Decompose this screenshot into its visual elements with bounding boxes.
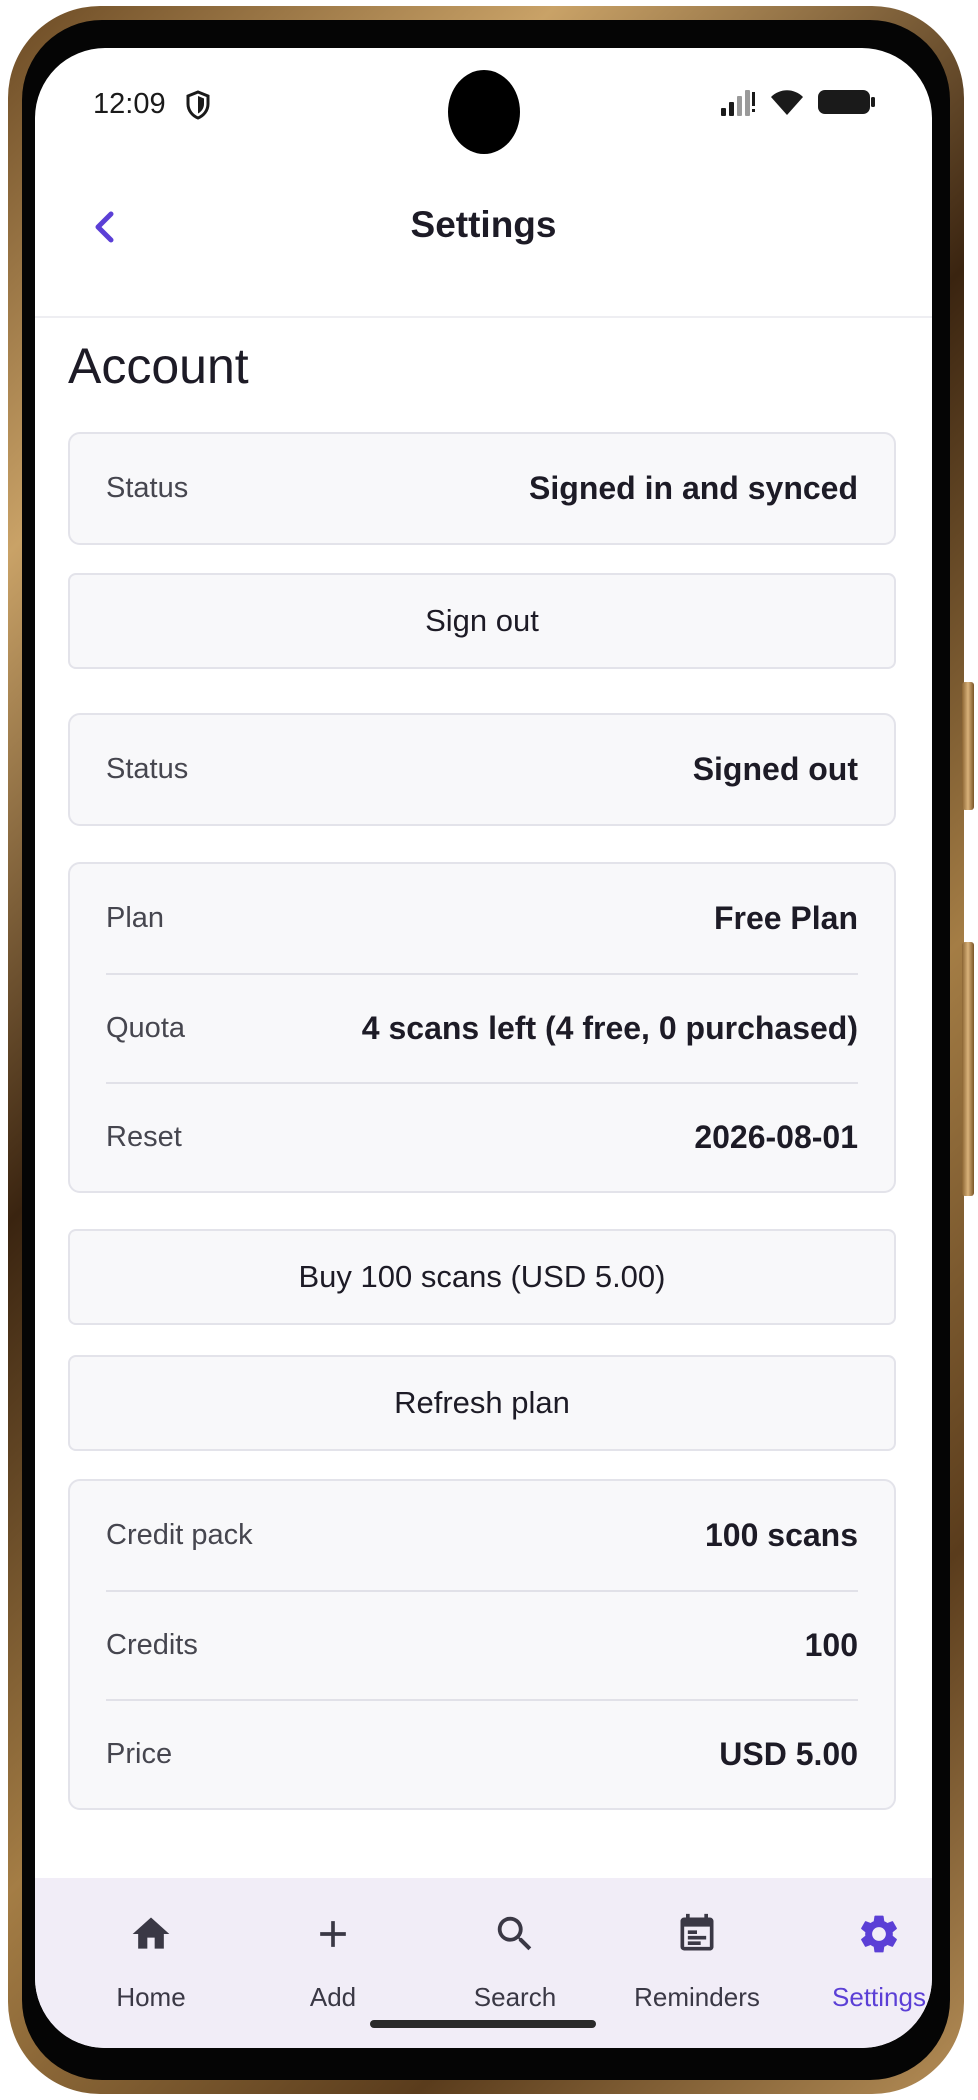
nav-home[interactable]: Home [71, 1906, 231, 2013]
signed-in-status-card: Status Signed in and synced [68, 432, 896, 545]
front-camera [448, 70, 520, 154]
status-row: Status Signed in and synced [106, 434, 858, 543]
signal-icon [720, 88, 756, 121]
nav-reminders-label: Reminders [634, 1982, 760, 2012]
quota-label: Quota [106, 1012, 185, 1044]
wifi-icon [770, 88, 804, 121]
credit-pack-row: Credit pack 100 scans [106, 1481, 858, 1590]
app-bar: Settings [35, 158, 932, 318]
home-icon [71, 1906, 231, 1962]
quota-row: Quota 4 scans left (4 free, 0 purchased) [106, 973, 858, 1082]
status-value: Signed in and synced [529, 470, 858, 506]
system-icons [720, 88, 876, 121]
nav-settings[interactable]: Settings [799, 1906, 932, 2013]
nav-add[interactable]: Add [253, 1906, 413, 2013]
credits-label: Credits [106, 1629, 198, 1661]
nav-home-label: Home [116, 1982, 186, 2012]
calendar-icon [617, 1906, 777, 1962]
nav-reminders[interactable]: Reminders [617, 1906, 777, 2013]
quota-value: 4 scans left (4 free, 0 purchased) [361, 1010, 858, 1046]
plan-value: Free Plan [713, 900, 858, 936]
status-row: Status Signed out [106, 715, 858, 824]
power-button [962, 682, 974, 810]
nav-add-label: Add [309, 1982, 357, 2012]
nav-search[interactable]: Search [435, 1906, 595, 2013]
screen: 12:09 Settings Account Status Signed in … [35, 48, 932, 2048]
buy-scans-button[interactable]: Buy 100 scans (USD 5.00) [68, 1229, 896, 1325]
account-heading: Account [68, 338, 249, 394]
status-label: Status [106, 753, 189, 785]
sign-out-button[interactable]: Sign out [68, 573, 896, 669]
price-label: Price [106, 1738, 173, 1770]
credits-row: Credits 100 [106, 1590, 858, 1699]
status-label: Status [106, 472, 189, 504]
nav-settings-label: Settings [832, 1982, 926, 2012]
shield-icon [185, 90, 211, 125]
credits-value: 100 [804, 1627, 858, 1663]
status-bar: 12:09 [35, 48, 932, 158]
refresh-plan-button[interactable]: Refresh plan [68, 1355, 896, 1451]
credit-pack-value: 100 scans [704, 1517, 858, 1553]
status-value: Signed out [692, 751, 858, 787]
credit-pack-card: Credit pack 100 scans Credits 100 Price … [68, 1479, 896, 1810]
signed-out-status-card: Status Signed out [68, 713, 896, 826]
nav-search-label: Search [473, 1982, 557, 2012]
credit-pack-label: Credit pack [106, 1519, 253, 1551]
plan-card: Plan Free Plan Quota 4 scans left (4 fre… [68, 862, 896, 1193]
reset-label: Reset [106, 1121, 182, 1153]
reset-value: 2026-08-01 [694, 1119, 858, 1155]
price-value: USD 5.00 [719, 1736, 858, 1772]
volume-button [962, 942, 974, 1196]
plus-icon [253, 1906, 413, 1962]
plan-row: Plan Free Plan [106, 864, 858, 973]
page-title: Settings [410, 204, 557, 245]
home-indicator[interactable] [370, 2020, 596, 2028]
search-icon [435, 1906, 595, 1962]
settings-content: Account Status Signed in and synced Sign… [68, 316, 896, 1810]
gear-icon [799, 1906, 932, 1962]
reset-row: Reset 2026-08-01 [106, 1082, 858, 1191]
price-row: Price USD 5.00 [106, 1699, 858, 1808]
status-time: 12:09 [93, 88, 166, 120]
plan-label: Plan [106, 902, 165, 934]
battery-icon [818, 88, 876, 121]
